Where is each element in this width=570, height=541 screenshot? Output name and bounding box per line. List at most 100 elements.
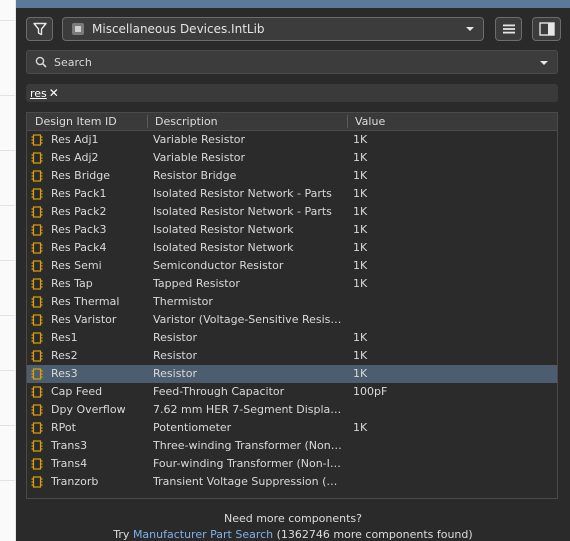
- footer-try-text: Try: [113, 528, 133, 541]
- cell-value: 1K: [353, 187, 368, 200]
- component-chip-icon: [31, 242, 43, 254]
- cell-description: Isolated Resistor Network - Parts: [153, 187, 332, 200]
- component-chip-icon: [31, 152, 43, 164]
- cell-value: 1K: [353, 241, 368, 254]
- cell-design-item-id: Dpy Overflow: [51, 403, 126, 416]
- component-chip-icon: [31, 440, 43, 452]
- cell-design-item-id: Res Bridge: [51, 169, 111, 182]
- table-row[interactable]: Res Thermal Thermistor: [27, 293, 557, 311]
- table-row[interactable]: Res Varistor Varistor (Voltage-Sensitive …: [27, 311, 557, 329]
- cell-description: Isolated Resistor Network: [153, 241, 294, 254]
- clear-filter-icon[interactable]: ✕: [49, 86, 59, 100]
- cell-value: 1K: [353, 133, 368, 146]
- cell-design-item-id: Res Adj1: [51, 133, 99, 146]
- component-chip-icon: [31, 386, 43, 398]
- menu-button[interactable]: [495, 17, 522, 41]
- cell-design-item-id: Res Adj2: [51, 151, 99, 164]
- hamburger-menu-icon: [502, 24, 515, 34]
- chevron-down-icon[interactable]: [539, 58, 549, 68]
- filter-chip-term[interactable]: res: [30, 87, 47, 100]
- panel-title-bar: [16, 0, 570, 8]
- component-chip-icon: [31, 170, 43, 182]
- library-selector[interactable]: Miscellaneous Devices.IntLib: [62, 17, 484, 41]
- cell-description: 7.62 mm HER 7-Segment Display: U...: [153, 403, 343, 416]
- panel-layout-button[interactable]: [532, 17, 561, 41]
- cell-design-item-id: Res1: [51, 331, 78, 344]
- cell-description: Four-winding Transformer (Non-Ide...: [153, 457, 343, 470]
- table-row[interactable]: Res Adj1 Variable Resistor 1K: [27, 131, 557, 149]
- table-row[interactable]: Res Pack3 Isolated Resistor Network 1K: [27, 221, 557, 239]
- component-chip-icon: [31, 260, 43, 272]
- cell-value: 1K: [353, 223, 368, 236]
- filter-button[interactable]: [26, 17, 53, 41]
- table-row[interactable]: Trans3 Three-winding Transformer (Non-Id.…: [27, 437, 557, 455]
- column-header-value[interactable]: Value: [355, 115, 385, 128]
- table-row[interactable]: RPot Potentiometer 1K: [27, 419, 557, 437]
- cell-design-item-id: Res Pack2: [51, 205, 107, 218]
- search-icon: [35, 56, 47, 68]
- cell-description: Resistor: [153, 367, 197, 380]
- component-chip-icon: [31, 458, 43, 470]
- table-row[interactable]: Res Adj2 Variable Resistor 1K: [27, 149, 557, 167]
- table-row[interactable]: Res Pack4 Isolated Resistor Network 1K: [27, 239, 557, 257]
- component-chip-icon: [31, 188, 43, 200]
- column-header-description[interactable]: Description: [155, 115, 218, 128]
- column-divider[interactable]: [347, 115, 348, 128]
- component-chip-icon: [31, 350, 43, 362]
- component-chip-icon: [31, 224, 43, 236]
- component-chip-icon: [31, 476, 43, 488]
- library-name: Miscellaneous Devices.IntLib: [92, 22, 265, 36]
- cell-description: Three-winding Transformer (Non-Id...: [153, 439, 343, 452]
- cell-description: Varistor (Voltage-Sensitive Resistor): [153, 313, 343, 326]
- panel-layout-icon: [538, 22, 555, 36]
- component-chip-icon: [31, 404, 43, 416]
- cell-description: Semiconductor Resistor: [153, 259, 284, 272]
- footer-count-text: (1362746 more components found): [273, 528, 473, 541]
- footer-search-line: Try Manufacturer Part Search (1362746 mo…: [16, 528, 570, 541]
- cell-description: Isolated Resistor Network: [153, 223, 294, 236]
- components-panel: Miscellaneous Devices.IntLib Search res …: [16, 8, 570, 541]
- component-chip-icon: [31, 296, 43, 308]
- table-row[interactable]: Res Pack1 Isolated Resistor Network - Par…: [27, 185, 557, 203]
- cell-description: Tapped Resistor: [153, 277, 240, 290]
- table-row[interactable]: Res1 Resistor 1K: [27, 329, 557, 347]
- table-row[interactable]: Res Tap Tapped Resistor 1K: [27, 275, 557, 293]
- cell-value: 1K: [353, 331, 368, 344]
- table-row[interactable]: Res Semi Semiconductor Resistor 1K: [27, 257, 557, 275]
- table-row[interactable]: Res Pack2 Isolated Resistor Network - Par…: [27, 203, 557, 221]
- cell-design-item-id: Res2: [51, 349, 78, 362]
- component-chip-icon: [31, 332, 43, 344]
- table-row[interactable]: Res Bridge Resistor Bridge 1K: [27, 167, 557, 185]
- column-divider[interactable]: [147, 115, 148, 128]
- cell-value: 1K: [353, 151, 368, 164]
- cell-description: Transient Voltage Suppression (TVS)...: [153, 475, 343, 488]
- table-row[interactable]: Res3 Resistor 1K: [27, 365, 557, 383]
- chevron-down-icon: [466, 27, 474, 31]
- cell-description: Resistor Bridge: [153, 169, 237, 182]
- column-header-design-item-id[interactable]: Design Item ID: [35, 115, 117, 128]
- cell-description: Feed-Through Capacitor: [153, 385, 285, 398]
- table-row[interactable]: Tranzorb Transient Voltage Suppression (T…: [27, 473, 557, 491]
- cell-description: Variable Resistor: [153, 151, 246, 164]
- cell-design-item-id: RPot: [51, 421, 76, 434]
- table-row[interactable]: Dpy Overflow 7.62 mm HER 7-Segment Displa…: [27, 401, 557, 419]
- cell-description: Isolated Resistor Network - Parts: [153, 205, 332, 218]
- table-row[interactable]: Res2 Resistor 1K: [27, 347, 557, 365]
- cell-value: 1K: [353, 349, 368, 362]
- component-chip-icon: [31, 368, 43, 380]
- cell-design-item-id: Res3: [51, 367, 78, 380]
- filter-icon: [32, 22, 47, 36]
- search-field[interactable]: Search: [26, 50, 558, 74]
- search-placeholder: Search: [54, 55, 92, 69]
- cell-design-item-id: Res Tap: [51, 277, 93, 290]
- cell-value: 1K: [353, 259, 368, 272]
- manufacturer-part-search-link[interactable]: Manufacturer Part Search: [133, 528, 273, 541]
- cell-description: Resistor: [153, 349, 197, 362]
- cell-value: 1K: [353, 277, 368, 290]
- table-row[interactable]: Trans4 Four-winding Transformer (Non-Ide.…: [27, 455, 557, 473]
- cell-design-item-id: Res Pack4: [51, 241, 107, 254]
- table-row[interactable]: Cap Feed Feed-Through Capacitor 100pF: [27, 383, 557, 401]
- cell-value: 1K: [353, 205, 368, 218]
- cell-design-item-id: Res Semi: [51, 259, 102, 272]
- cell-value: 1K: [353, 421, 368, 434]
